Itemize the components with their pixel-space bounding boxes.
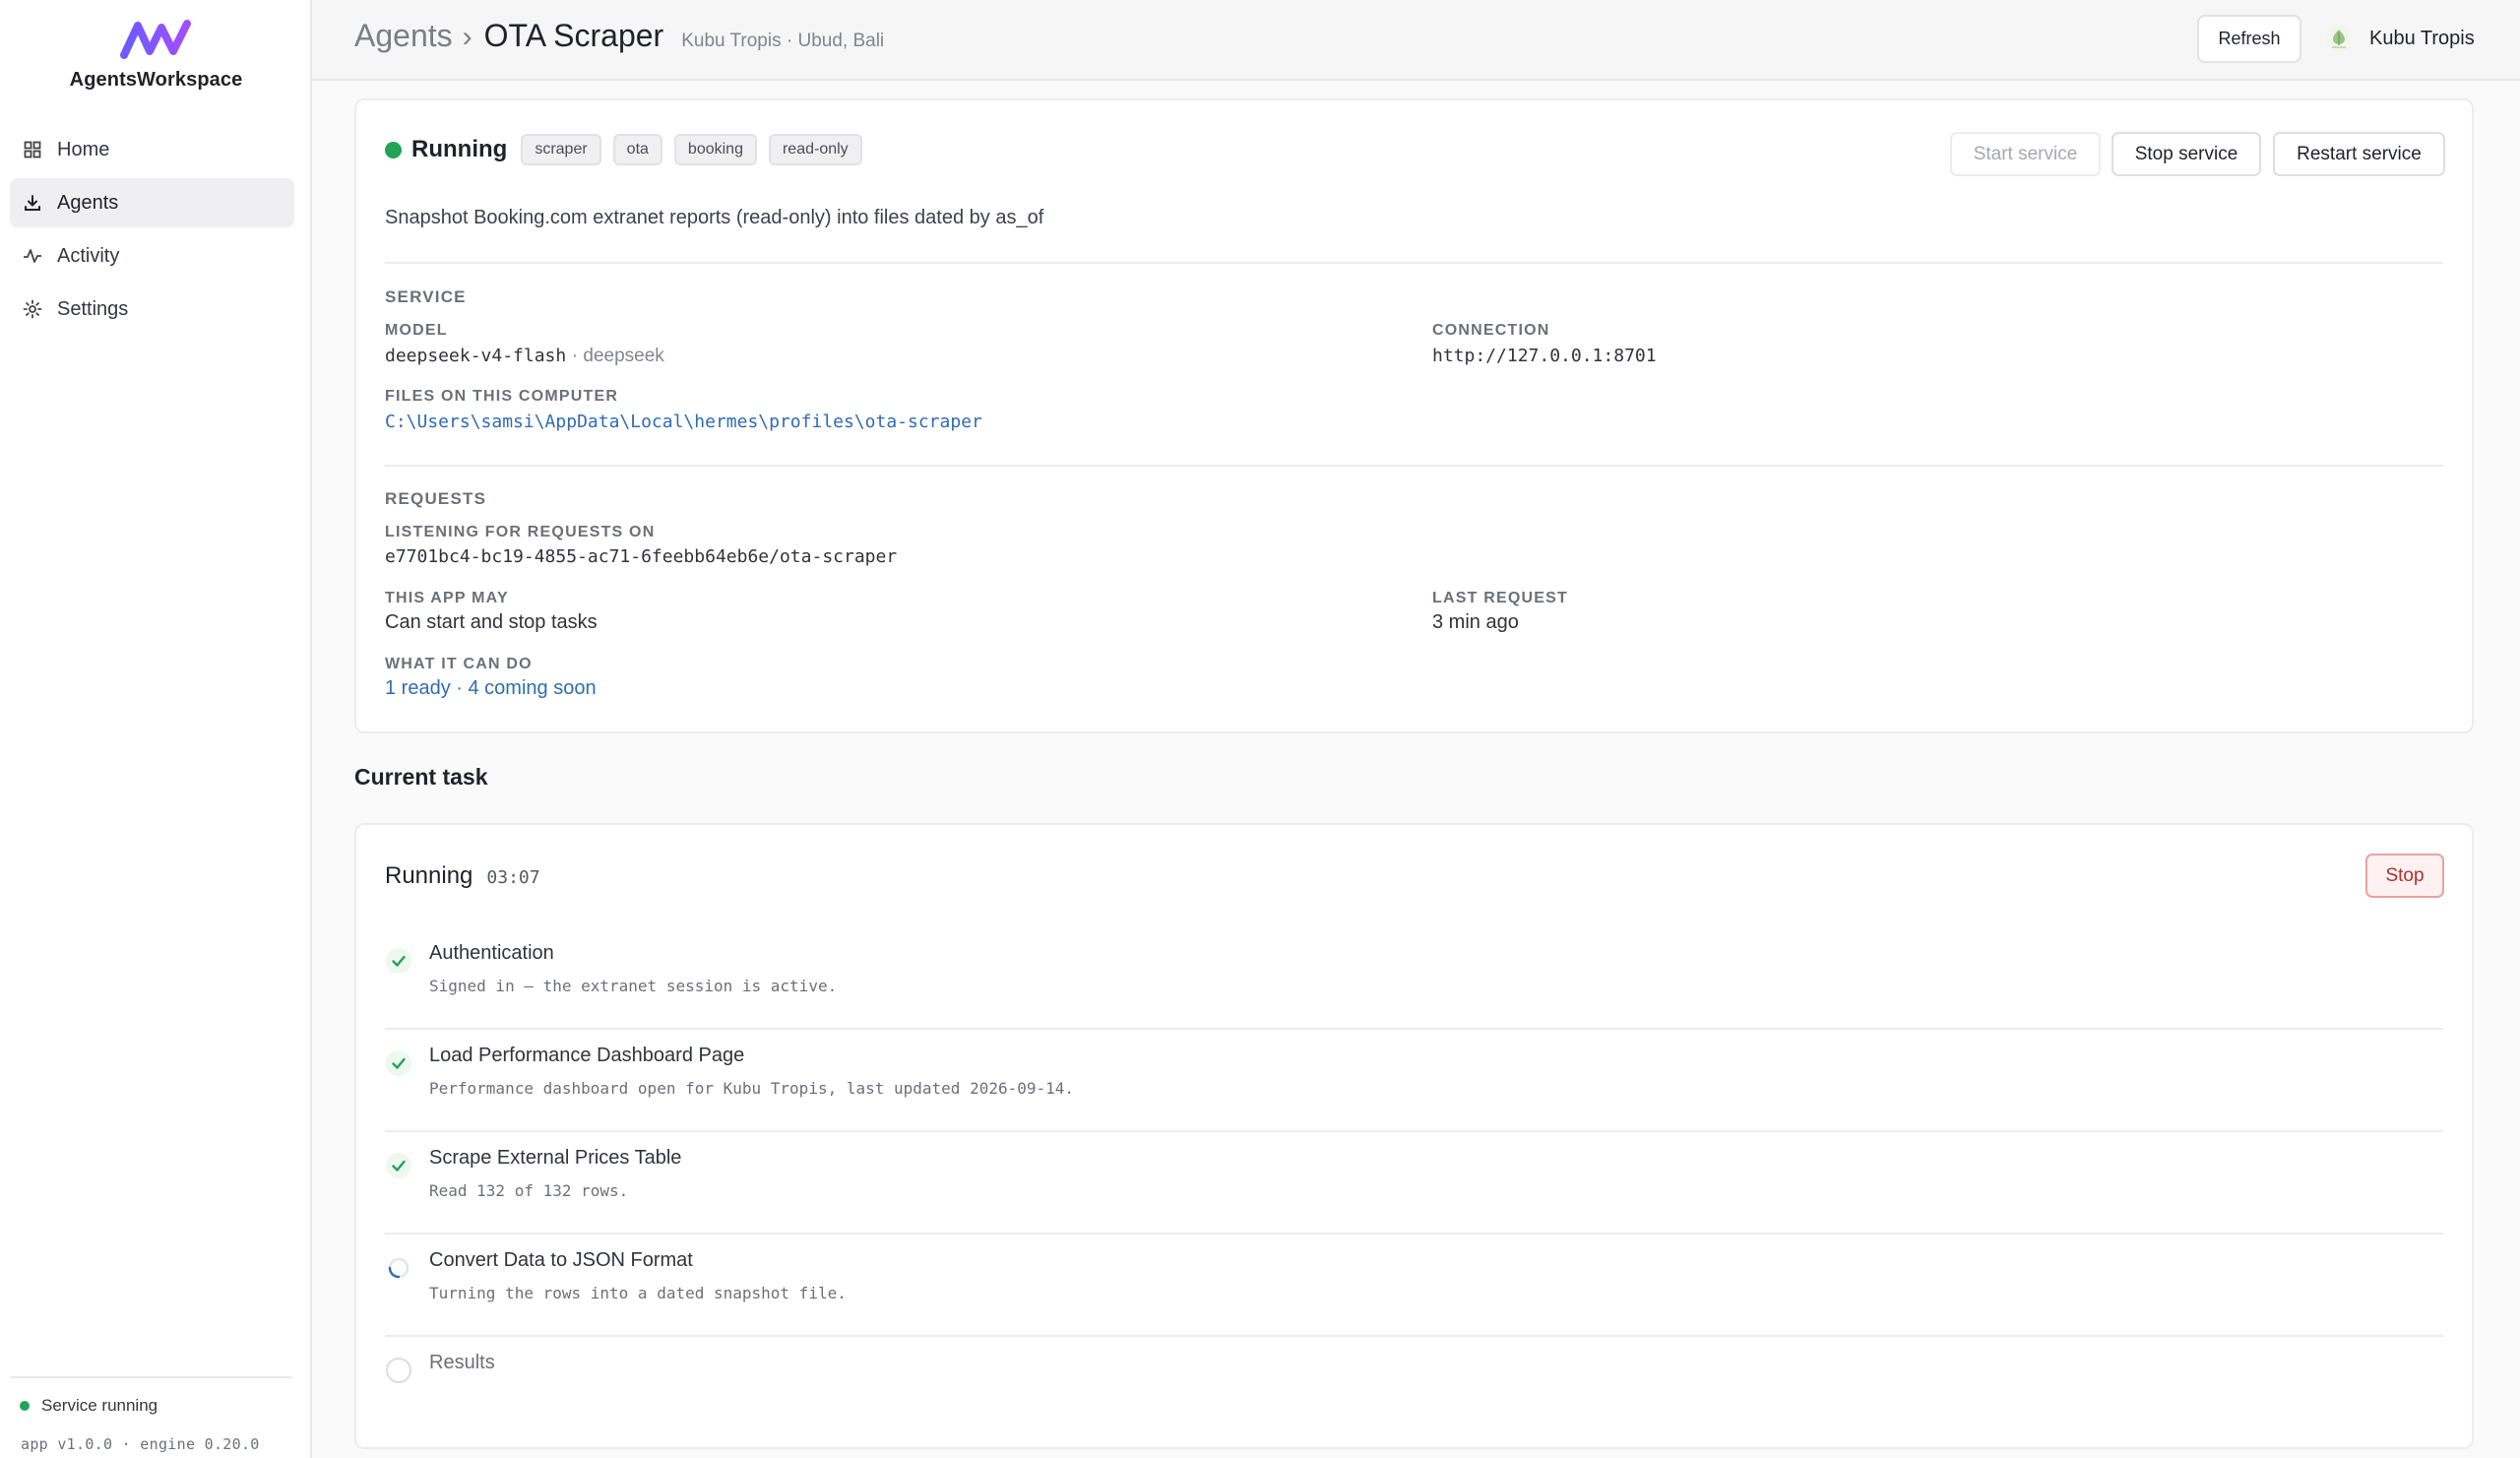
sidebar-item-activity[interactable]: Activity xyxy=(10,231,294,281)
sidebar-item-home[interactable]: Home xyxy=(10,125,294,174)
requests-section-label: REQUESTS xyxy=(385,489,487,508)
task-step: Authentication Signed in — the extranet … xyxy=(385,927,2443,1030)
step-name: Load Performance Dashboard Page xyxy=(429,1045,745,1066)
last-request-value: 3 min ago xyxy=(1432,611,1519,633)
service-status-text: Service running xyxy=(41,1396,158,1415)
step-detail: Turning the rows into a dated snapshot f… xyxy=(429,1284,847,1302)
service-section-label: SERVICE xyxy=(385,287,467,306)
app-root: AgentsWorkspace Home Agents Activity Set… xyxy=(0,0,2520,1458)
connection-label: CONNECTION xyxy=(1432,322,1550,339)
pulse-icon xyxy=(22,245,43,267)
page-header: Agents › OTA Scraper Kubu Tropis · Ubud,… xyxy=(312,0,2520,81)
start-service-button[interactable]: Start service xyxy=(1950,132,2101,176)
stop-service-button[interactable]: Stop service xyxy=(2111,132,2261,176)
grid-icon xyxy=(22,139,43,160)
service-status-row: Running scraper ota booking read-only xyxy=(385,134,874,165)
service-card: Running scraper ota booking read-only St… xyxy=(354,98,2474,733)
tag-booking: booking xyxy=(673,134,757,165)
current-task-title: Current task xyxy=(354,764,488,790)
sidebar-footer: Service running app v1.0.0 · engine 0.20… xyxy=(10,1376,292,1453)
sidebar-nav: Home Agents Activity Settings xyxy=(10,125,294,338)
listening-label: LISTENING FOR REQUESTS ON xyxy=(385,524,656,540)
connection-value: http://127.0.0.1:8701 xyxy=(1432,346,1657,366)
refresh-button[interactable]: Refresh xyxy=(2197,15,2301,63)
running-dot-icon xyxy=(385,141,402,158)
service-description: Snapshot Booking.com extranet reports (r… xyxy=(385,207,1044,228)
status-dot-icon xyxy=(20,1401,30,1411)
files-path-link[interactable]: C:\Users\samsi\AppData\Local\hermes\prof… xyxy=(385,412,982,432)
brand-logo-icon xyxy=(119,20,191,59)
page-title: OTA Scraper xyxy=(483,18,664,53)
chevron-right-icon: › xyxy=(462,21,472,53)
app-may-label: THIS APP MAY xyxy=(385,590,509,606)
model-value: deepseek-v4-flash · deepseek xyxy=(385,345,664,367)
task-step: Convert Data to JSON Format Turning the … xyxy=(385,1235,2443,1337)
service-status-label: Running xyxy=(411,136,508,162)
sidebar-item-label: Settings xyxy=(57,297,129,320)
listening-value: e7701bc4-bc19-4855-ac71-6feebb64eb6e/ota… xyxy=(385,546,898,567)
brand: AgentsWorkspace xyxy=(0,18,312,92)
sidebar: AgentsWorkspace Home Agents Activity Set… xyxy=(0,0,312,1458)
step-name: Convert Data to JSON Format xyxy=(429,1249,693,1271)
breadcrumb: Agents › OTA Scraper Kubu Tropis · Ubud,… xyxy=(354,18,884,54)
step-detail: Performance dashboard open for Kubu Trop… xyxy=(429,1079,1075,1098)
gear-icon xyxy=(22,298,43,320)
task-header: Running 03:07 xyxy=(385,862,540,890)
step-detail: Signed in — the extranet session is acti… xyxy=(429,977,838,995)
tag-scraper: scraper xyxy=(521,134,601,165)
step-name: Authentication xyxy=(429,942,554,964)
step-name: Scrape External Prices Table xyxy=(429,1147,682,1169)
task-timer: 03:07 xyxy=(486,867,540,888)
restart-service-button[interactable]: Restart service xyxy=(2273,132,2445,176)
check-icon xyxy=(386,1153,411,1178)
capabilities-link[interactable]: 1 ready · 4 coming soon xyxy=(385,677,597,700)
task-status-label: Running xyxy=(385,862,473,889)
can-do-label: WHAT IT CAN DO xyxy=(385,656,533,672)
check-icon xyxy=(386,948,411,974)
sidebar-item-label: Home xyxy=(57,138,110,160)
brand-name: AgentsWorkspace xyxy=(69,69,243,91)
step-detail: Read 132 of 132 rows. xyxy=(429,1181,629,1200)
step-name: Results xyxy=(429,1352,495,1373)
app-may-value: Can start and stop tasks xyxy=(385,611,598,633)
last-request-label: LAST REQUEST xyxy=(1432,590,1568,606)
sidebar-item-label: Activity xyxy=(57,244,120,267)
check-icon xyxy=(386,1050,411,1076)
version-info: app v1.0.0 · engine 0.20.0 xyxy=(21,1435,260,1453)
tag-ota: ota xyxy=(612,134,662,165)
divider xyxy=(385,465,2443,467)
account-menu[interactable]: Kubu Tropis xyxy=(2324,24,2475,53)
model-label: MODEL xyxy=(385,322,448,339)
tag-read-only: read-only xyxy=(768,134,862,165)
download-icon xyxy=(22,192,43,214)
files-label: FILES ON THIS COMPUTER xyxy=(385,388,619,405)
service-status: Service running xyxy=(20,1396,292,1416)
task-step: Results xyxy=(385,1337,2443,1439)
task-step: Scrape External Prices Table Read 132 of… xyxy=(385,1132,2443,1235)
page-subtitle: Kubu Tropis · Ubud, Bali xyxy=(681,31,885,51)
model-provider: · deepseek xyxy=(571,346,664,366)
sidebar-item-label: Agents xyxy=(57,191,119,214)
breadcrumb-agents[interactable]: Agents xyxy=(354,18,453,54)
task-step: Load Performance Dashboard Page Performa… xyxy=(385,1030,2443,1132)
divider xyxy=(385,262,2443,264)
stop-task-button[interactable]: Stop xyxy=(2365,854,2444,898)
sidebar-item-agents[interactable]: Agents xyxy=(10,178,294,227)
account-name: Kubu Tropis xyxy=(2369,27,2475,49)
spinner-icon xyxy=(388,1257,410,1279)
task-card: Running 03:07 Stop Authentication Signed… xyxy=(354,823,2474,1449)
sidebar-item-settings[interactable]: Settings xyxy=(10,285,294,334)
pending-circle-icon xyxy=(386,1358,411,1383)
account-logo-icon xyxy=(2325,25,2353,52)
model-name: deepseek-v4-flash xyxy=(385,346,567,366)
